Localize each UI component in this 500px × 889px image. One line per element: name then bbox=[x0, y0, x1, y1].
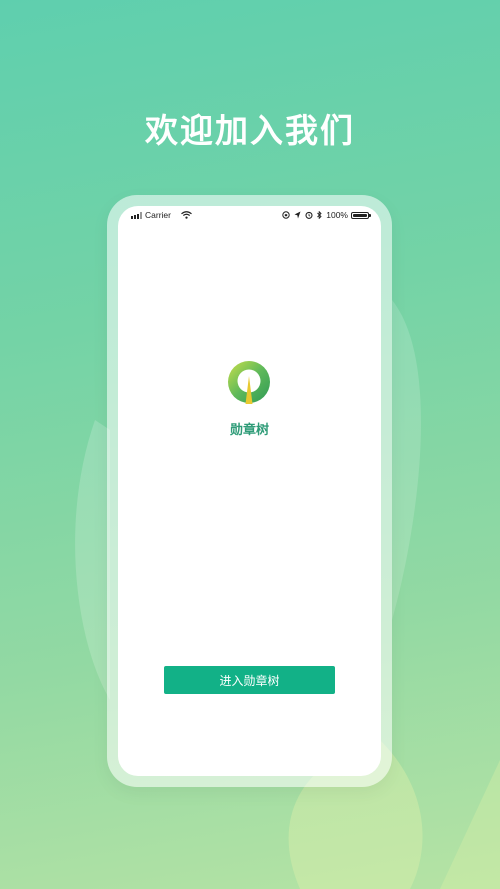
carrier-label: Carrier bbox=[145, 210, 171, 220]
welcome-headline: 欢迎加入我们 bbox=[145, 111, 355, 150]
lock-rotation-icon bbox=[282, 211, 290, 219]
medal-tree-logo bbox=[228, 361, 270, 404]
status-bar: Carrier 100% bbox=[118, 206, 381, 226]
app-name: 勋章树 bbox=[229, 423, 269, 438]
signal-icon bbox=[131, 211, 142, 219]
phone-screen: Carrier 100% 勋章树 进入勋章树 bbox=[118, 206, 381, 776]
battery-percentage: 100% bbox=[326, 210, 348, 220]
battery-icon bbox=[351, 211, 371, 219]
location-icon bbox=[294, 211, 301, 219]
wifi-icon bbox=[181, 211, 192, 219]
bluetooth-icon bbox=[317, 211, 322, 219]
enter-app-button[interactable]: 进入勋章树 bbox=[164, 666, 335, 694]
alarm-icon bbox=[305, 211, 313, 219]
